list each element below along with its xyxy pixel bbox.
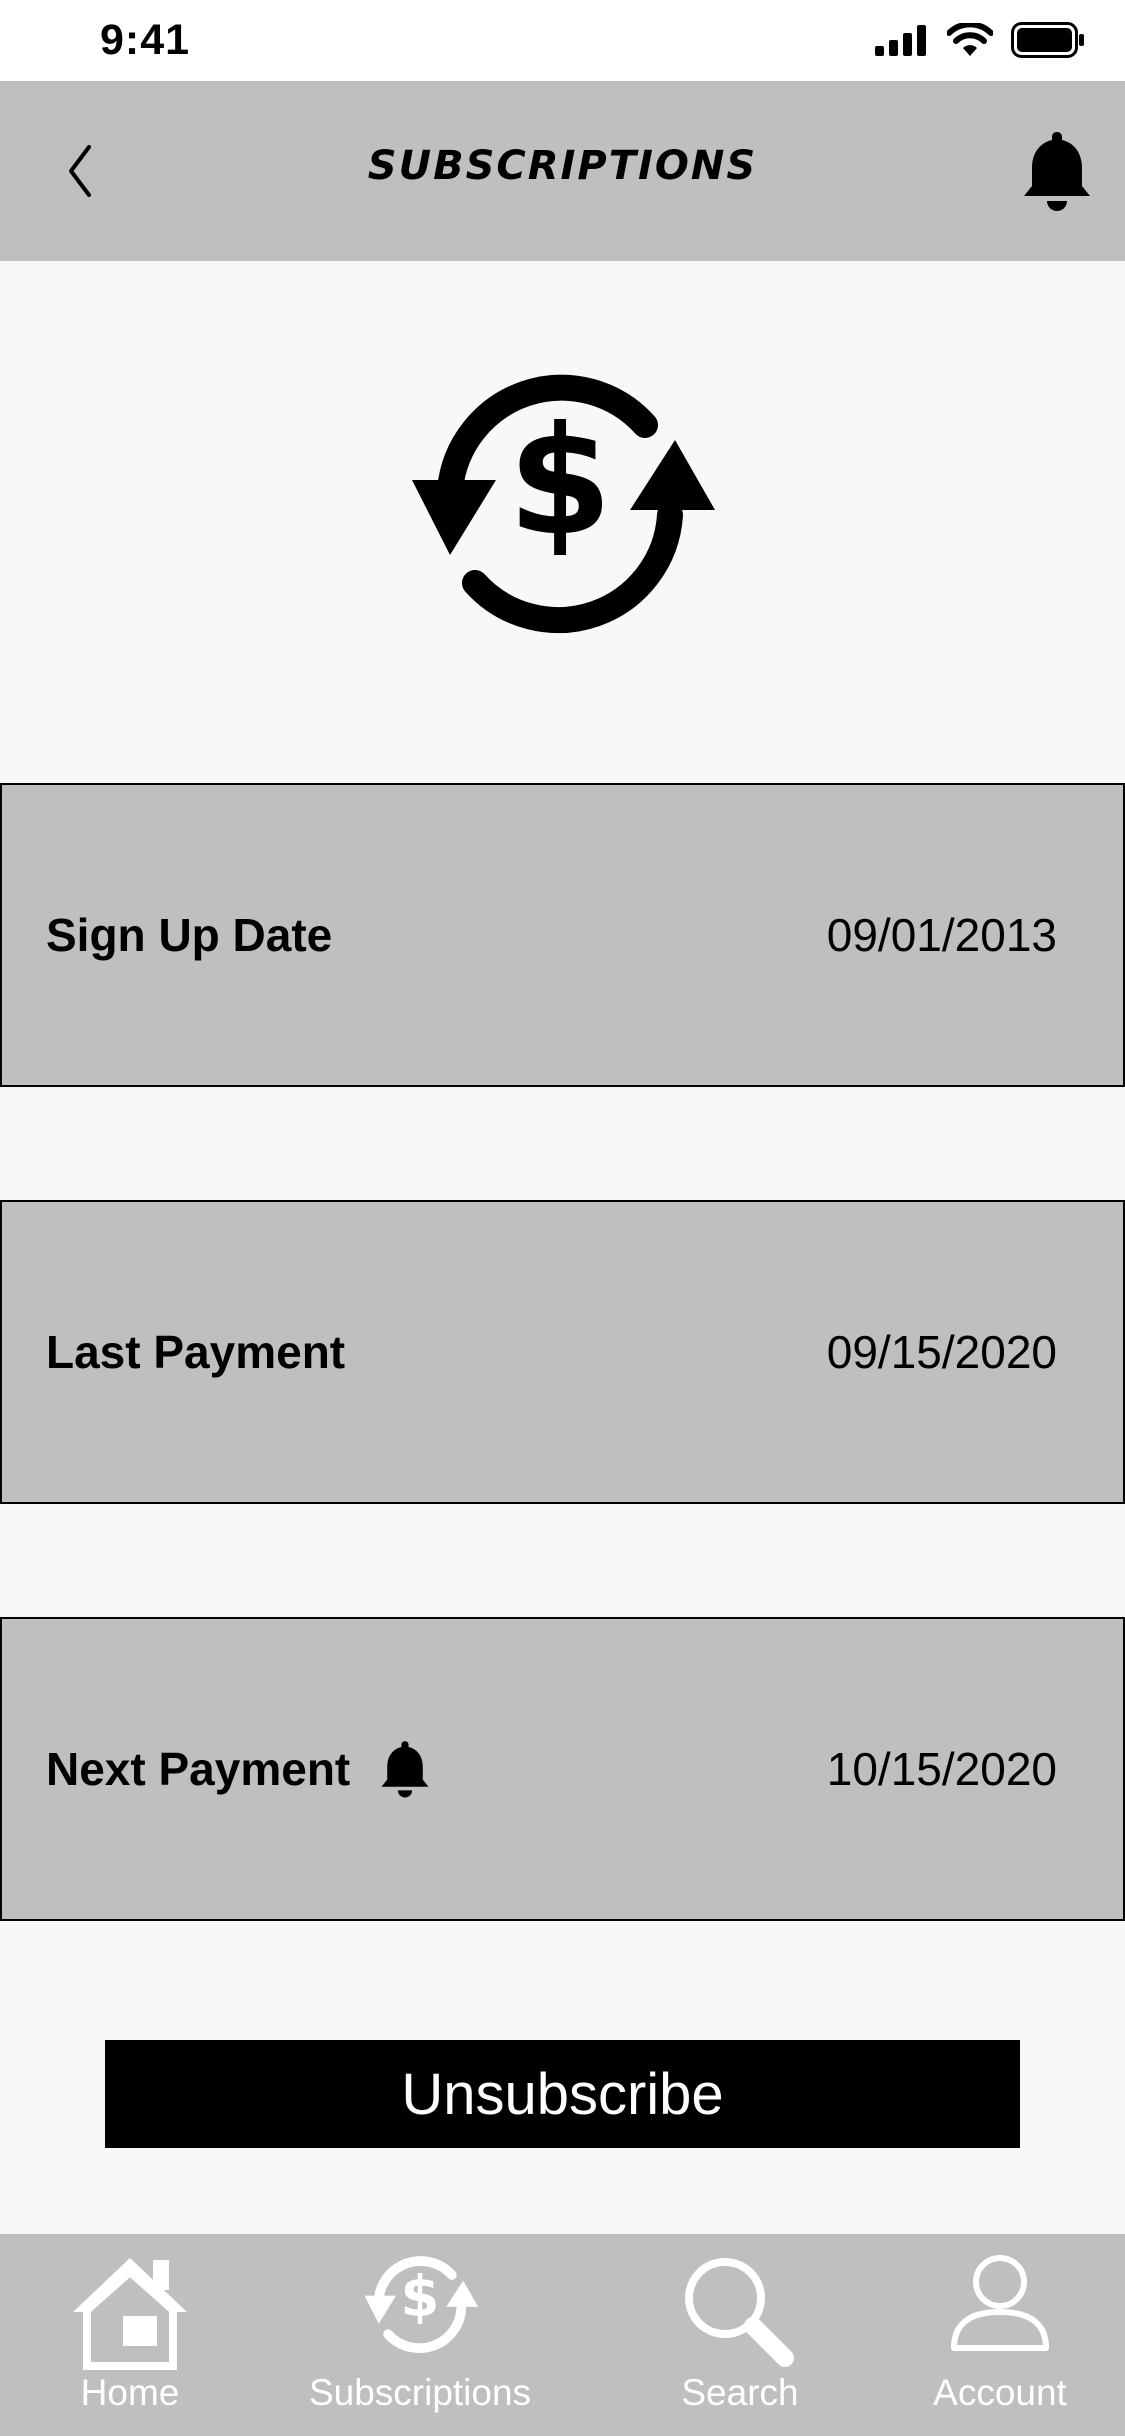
- svg-text:$: $: [508, 395, 612, 569]
- status-bar: 9:41: [0, 0, 1125, 81]
- tab-label: Subscriptions: [308, 2372, 532, 2413]
- search-icon: [685, 2258, 794, 2367]
- bell-icon[interactable]: [376, 1737, 434, 1801]
- recurring-payment-icon: $: [412, 374, 715, 634]
- status-icons: [875, 22, 1085, 58]
- subscriptions-icon: $: [364, 2256, 479, 2353]
- unsubscribe-button[interactable]: Unsubscribe: [105, 2040, 1020, 2148]
- detail-label: Sign Up Date: [46, 909, 333, 961]
- svg-text:$: $: [400, 2265, 439, 2330]
- status-time: 9:41: [100, 16, 191, 64]
- detail-value: 09/01/2013: [826, 909, 1057, 961]
- detail-card-last-payment: Last Payment 09/15/2020: [0, 1200, 1125, 1504]
- tab-label: Search: [681, 2372, 799, 2413]
- detail-label: Next Payment: [46, 1743, 351, 1795]
- tab-label: Account: [933, 2372, 1067, 2413]
- bell-icon: [1024, 132, 1090, 211]
- detail-card-next-payment: Next Payment 10/15/2020: [0, 1617, 1125, 1921]
- cellular-signal-icon: [875, 25, 926, 56]
- tab-account[interactable]: Account: [905, 2234, 1095, 2436]
- detail-label: Last Payment: [46, 1326, 346, 1378]
- tab-bar: Home $ Subscriptions Search Account: [0, 2234, 1125, 2436]
- tab-search[interactable]: Search: [640, 2234, 840, 2436]
- account-icon: [951, 2255, 1049, 2351]
- home-icon: [73, 2258, 187, 2370]
- tab-home[interactable]: Home: [40, 2234, 220, 2436]
- detail-card-sign-up-date: Sign Up Date 09/01/2013: [0, 783, 1125, 1087]
- wifi-icon: [947, 23, 993, 56]
- tab-label: Home: [80, 2372, 180, 2413]
- header-bar: SUBSCRIPTIONS: [0, 81, 1125, 261]
- notifications-button[interactable]: [1017, 126, 1097, 216]
- tab-subscriptions[interactable]: $ Subscriptions: [290, 2234, 550, 2436]
- hero-recurring-payment: $: [400, 365, 720, 645]
- detail-value: 09/15/2020: [826, 1326, 1057, 1378]
- page-title: SUBSCRIPTIONS: [367, 143, 758, 189]
- detail-value: 10/15/2020: [826, 1743, 1057, 1795]
- battery-icon: [1011, 22, 1084, 58]
